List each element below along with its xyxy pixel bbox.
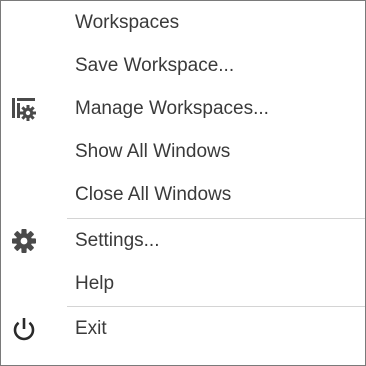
menu-item-label: Help bbox=[75, 273, 115, 294]
menu-item-save-workspace[interactable]: Save Workspace... bbox=[1, 44, 365, 87]
menu-item-help[interactable]: Help bbox=[1, 262, 365, 305]
manage-workspaces-icon bbox=[11, 96, 37, 122]
menu-item-exit[interactable]: Exit bbox=[1, 307, 365, 350]
menu-item-label: Settings... bbox=[75, 230, 160, 251]
menu-item-settings[interactable]: Settings... bbox=[1, 219, 365, 262]
gear-icon bbox=[11, 228, 37, 254]
menu-item-label: Close All Windows bbox=[75, 184, 232, 205]
menu-item-label: Exit bbox=[75, 318, 107, 339]
context-menu: Workspaces Save Workspace... Manage Work… bbox=[0, 0, 366, 366]
menu-item-manage-workspaces[interactable]: Manage Workspaces... bbox=[1, 87, 365, 130]
power-icon bbox=[11, 316, 37, 342]
menu-item-close-all-windows[interactable]: Close All Windows bbox=[1, 173, 365, 216]
menu-item-workspaces[interactable]: Workspaces bbox=[1, 1, 365, 44]
menu-item-label: Manage Workspaces... bbox=[75, 98, 269, 119]
menu-item-label: Save Workspace... bbox=[75, 55, 235, 76]
menu-item-label: Show All Windows bbox=[75, 141, 231, 162]
menu-item-show-all-windows[interactable]: Show All Windows bbox=[1, 130, 365, 173]
menu-item-label: Workspaces bbox=[75, 12, 180, 33]
